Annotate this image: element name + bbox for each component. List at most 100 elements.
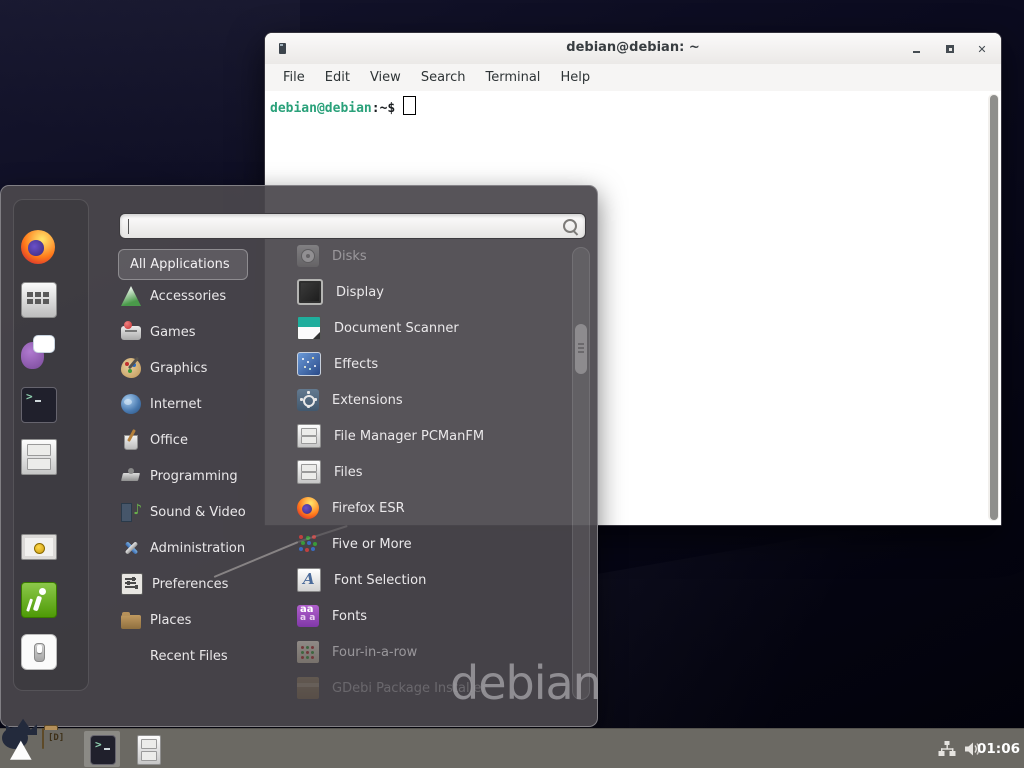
menu-help[interactable]: Help	[551, 67, 599, 88]
window-title: debian@debian: ~	[265, 40, 1001, 55]
app-file-manager-pcmanfm[interactable]: File Manager PCManFM	[289, 418, 569, 454]
terminal-icon	[21, 387, 57, 423]
places-icon	[121, 615, 141, 629]
app-label: Display	[336, 285, 384, 300]
application-list: Disks Display Document Scanner Effects E…	[289, 238, 569, 706]
menu-edit[interactable]: Edit	[316, 67, 359, 88]
lock-screen-button[interactable]	[21, 530, 55, 564]
extensions-icon	[297, 389, 319, 411]
graphics-icon	[121, 358, 141, 378]
file-cabinet-button[interactable]	[137, 735, 161, 768]
search-input[interactable]	[128, 217, 557, 235]
menu-search[interactable]: Search	[412, 67, 475, 88]
app-label: File Manager PCManFM	[334, 429, 484, 444]
accessories-icon	[121, 286, 141, 306]
app-effects[interactable]: Effects	[289, 346, 569, 382]
office-icon	[121, 430, 141, 450]
app-files[interactable]: Files	[289, 454, 569, 490]
gdebi-icon	[297, 677, 319, 699]
app-label: Disks	[332, 249, 367, 264]
app-font-selection[interactable]: Font Selection	[289, 562, 569, 598]
app-label: Effects	[334, 357, 378, 372]
file-cabinet-icon	[21, 439, 57, 475]
category-label: Programming	[150, 469, 238, 484]
category-graphics[interactable]: Graphics	[113, 350, 288, 386]
category-recent-files[interactable]: Recent Files	[113, 638, 288, 674]
application-menu: All Applications Accessories Games Graph…	[0, 185, 598, 727]
sound-video-icon	[121, 502, 141, 522]
close-icon[interactable]	[974, 41, 990, 57]
category-label: Administration	[150, 541, 245, 556]
four-in-a-row-icon	[297, 641, 319, 663]
preferences-icon	[121, 573, 143, 595]
app-disks[interactable]: Disks	[289, 238, 569, 274]
fonts-icon	[297, 605, 319, 627]
display-icon	[297, 279, 323, 305]
prompt-user-host: debian@debian	[270, 101, 372, 116]
terminal-titlebar[interactable]: debian@debian: ~	[265, 33, 1001, 65]
favorite-firefox[interactable]	[21, 230, 55, 264]
terminal-cursor	[403, 96, 416, 115]
keyboard-icon	[21, 282, 57, 318]
app-document-scanner[interactable]: Document Scanner	[289, 310, 569, 346]
menu-scrollbar-thumb[interactable]	[575, 324, 587, 374]
category-label: Preferences	[152, 577, 228, 592]
menu-file[interactable]: File	[274, 67, 314, 88]
favorite-software[interactable]	[21, 282, 55, 316]
pidgin-icon	[21, 335, 55, 369]
favorite-terminal[interactable]	[21, 387, 55, 421]
administration-icon	[121, 538, 141, 558]
menu-scrollbar[interactable]	[572, 247, 590, 700]
app-extensions[interactable]: Extensions	[289, 382, 569, 418]
app-fonts[interactable]: Fonts	[289, 598, 569, 634]
text-caret	[128, 219, 129, 234]
terminal-scrollbar[interactable]	[988, 94, 999, 521]
menu-terminal[interactable]: Terminal	[476, 67, 549, 88]
games-icon	[121, 326, 141, 340]
network-icon[interactable]	[938, 741, 956, 757]
category-preferences[interactable]: Preferences	[113, 566, 288, 602]
terminal-button[interactable]	[90, 735, 116, 768]
category-label: Games	[150, 325, 195, 340]
file-manager-folder-button[interactable]	[42, 729, 44, 748]
category-games[interactable]: Games	[113, 314, 288, 350]
prompt-path: :~$	[372, 101, 395, 116]
disks-icon	[297, 245, 319, 267]
menu-view[interactable]: View	[361, 67, 410, 88]
category-list: Accessories Games Graphics Internet Offi…	[113, 278, 288, 674]
taskbar: 01:06	[0, 728, 1024, 768]
app-display[interactable]: Display	[289, 274, 569, 310]
app-label: Four-in-a-row	[332, 645, 417, 660]
terminal-scrollbar-thumb[interactable]	[990, 95, 998, 520]
terminal-icon	[90, 735, 116, 765]
favorite-pidgin[interactable]	[21, 335, 55, 369]
file-cabinet-icon	[297, 460, 321, 484]
category-label: Places	[150, 613, 191, 628]
category-administration[interactable]: Administration	[113, 530, 288, 566]
category-places[interactable]: Places	[113, 602, 288, 638]
category-programming[interactable]: Programming	[113, 458, 288, 494]
search-box[interactable]	[119, 213, 586, 239]
category-office[interactable]: Office	[113, 422, 288, 458]
document-scanner-icon	[297, 316, 321, 340]
category-accessories[interactable]: Accessories	[113, 278, 288, 314]
log-out-button[interactable]	[21, 582, 55, 616]
app-label: Firefox ESR	[332, 501, 405, 516]
category-sound-video[interactable]: Sound & Video	[113, 494, 288, 530]
app-label: Five or More	[332, 537, 412, 552]
debian-watermark: debian	[450, 656, 601, 710]
firefox-icon	[297, 497, 319, 519]
minimize-icon[interactable]	[908, 41, 924, 57]
category-internet[interactable]: Internet	[113, 386, 288, 422]
category-label: Accessories	[150, 289, 226, 304]
app-label: Extensions	[332, 393, 403, 408]
app-firefox-esr[interactable]: Firefox ESR	[289, 490, 569, 526]
favorite-file-manager[interactable]	[21, 439, 55, 473]
app-label: Fonts	[332, 609, 367, 624]
log-out-icon	[21, 582, 57, 618]
category-label: Office	[150, 433, 188, 448]
app-label: Files	[334, 465, 363, 480]
shut-down-button[interactable]	[21, 634, 55, 668]
maximize-icon[interactable]	[942, 41, 958, 57]
category-all-applications[interactable]: All Applications	[118, 249, 248, 280]
